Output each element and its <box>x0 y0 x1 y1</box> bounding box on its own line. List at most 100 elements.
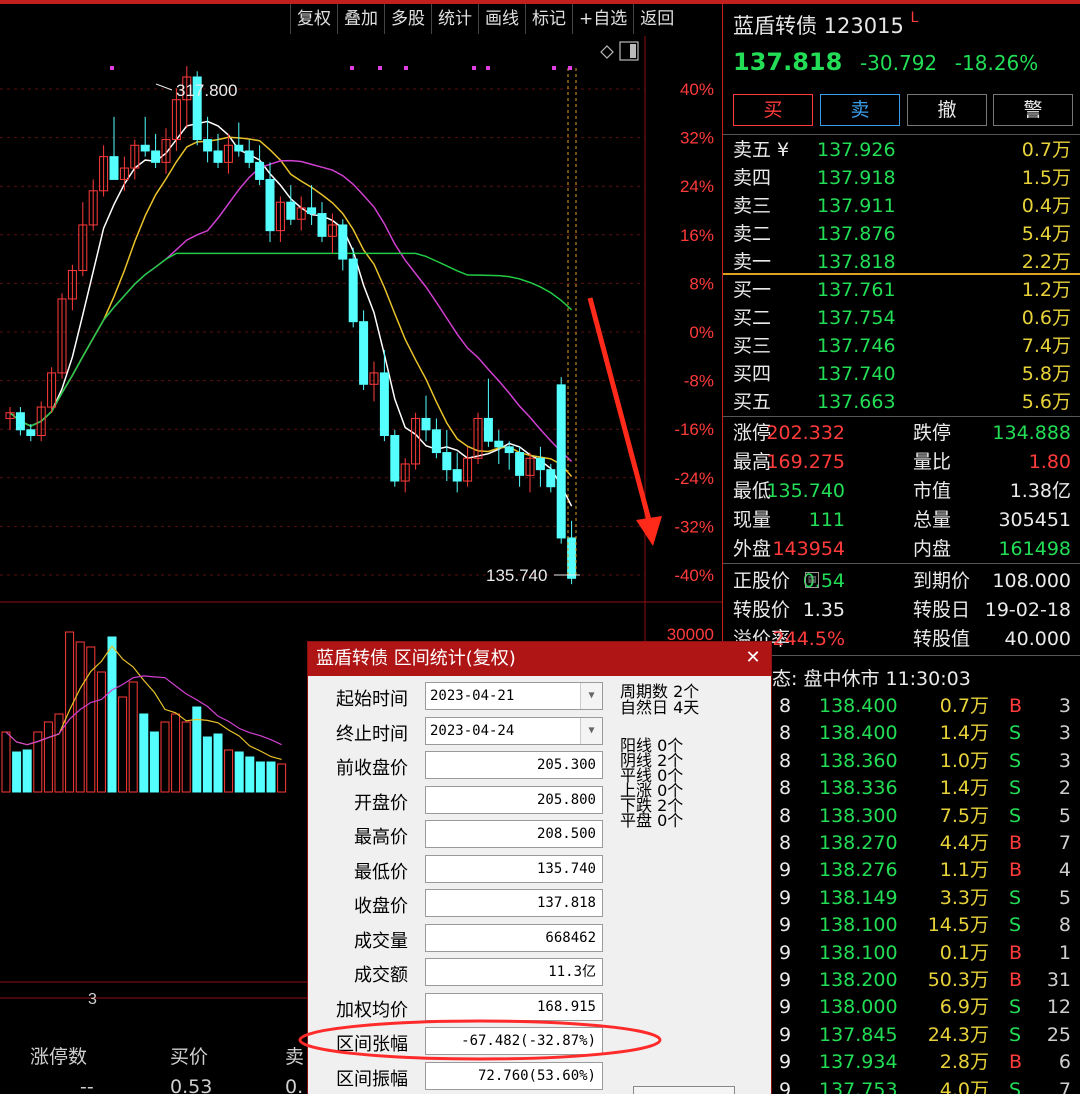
tick-count: 31 <box>1046 969 1071 991</box>
pct-axis-label: 16% <box>680 226 714 245</box>
bid-row[interactable]: 买四 137.740 5.8万 <box>723 360 1080 388</box>
candle-body <box>421 417 431 431</box>
volume-bottom-label: 3 <box>88 991 97 1008</box>
event-dot <box>552 66 556 70</box>
tick-side: S <box>1009 749 1022 772</box>
bond-label: 正股价 <box>733 570 791 592</box>
date-combo[interactable]: 2023-04-24 ▼ <box>425 716 603 745</box>
dialog-field-label: 最低价 <box>354 861 408 883</box>
toolbar-statistics-button[interactable]: 统计 <box>431 4 478 34</box>
toolbar-add-watchlist-button[interactable]: +自选 <box>572 4 633 34</box>
tick-price: 138.336 <box>819 777 898 800</box>
tick-volume: 4.4万 <box>939 832 989 854</box>
candle-body <box>494 440 504 448</box>
dialog-field-label: 起始时间 <box>336 689 408 710</box>
tick-side: B <box>1009 969 1023 991</box>
volume-bar <box>277 763 287 793</box>
chevron-down-icon[interactable]: ▼ <box>580 683 602 709</box>
chart-toolbar: 复权 叠加 多股 统计 画线 标记 +自选 返回 <box>290 4 680 34</box>
tick-price: 138.276 <box>819 859 898 882</box>
ask-row[interactable]: 卖五 ¥ 137.926 0.7万 <box>723 136 1080 164</box>
cancel-order-button[interactable]: 撤 <box>907 94 987 126</box>
dialog-field-value: 205.800 <box>425 785 603 814</box>
header-bid-price: 买价 <box>170 1046 209 1068</box>
candle-body <box>15 412 25 431</box>
toolbar-overlay-button[interactable]: 叠加 <box>337 4 384 34</box>
ask-row[interactable]: 卖四 137.918 1.5万 <box>723 164 1080 192</box>
volume-bar <box>224 749 234 793</box>
security-title: 蓝盾转债 123015 L <box>733 10 918 40</box>
dialog-field-value: 208.500 <box>425 820 603 848</box>
tick-count: 7 <box>1058 832 1071 854</box>
candle-body <box>213 150 223 163</box>
ask-price: 137.876 <box>817 223 896 245</box>
bid-row[interactable]: 买一 137.761 1.2万 <box>723 276 1080 304</box>
dialog-field-text: 2023-04-21 <box>430 688 515 704</box>
calculator-icon[interactable]: ▤ <box>805 572 819 588</box>
tick-time: 9 <box>779 1051 792 1074</box>
bid-row[interactable]: 买三 137.746 7.4万 <box>723 332 1080 360</box>
dialog-field-text: 135.740 <box>536 860 596 877</box>
ask-label: 卖二 <box>733 223 772 245</box>
stats-row: 涨停 202.332 跌停 134.888 <box>723 419 1080 447</box>
tick-count: 5 <box>1058 804 1071 827</box>
toolbar-multi-stock-button[interactable]: 多股 <box>384 4 431 34</box>
tick-price: 138.360 <box>819 749 898 772</box>
volume-bar <box>234 751 244 793</box>
tick-count: 1 <box>1058 941 1071 964</box>
volume-bar <box>149 731 159 793</box>
tick-volume: 0.1万 <box>939 941 989 964</box>
volume-bar <box>65 631 75 793</box>
low-price-label: 135.740 <box>486 566 547 585</box>
toolbar-fuquan-button[interactable]: 复权 <box>290 4 337 34</box>
date-combo[interactable]: 2023-04-21 ▼ <box>425 682 603 710</box>
stat-label: 内盘 <box>913 538 952 560</box>
event-dot <box>472 66 476 70</box>
tick-count: 3 <box>1058 695 1071 717</box>
ask-row[interactable]: 卖一 137.818 2.2万 <box>723 248 1080 276</box>
candle-body <box>359 321 369 385</box>
tick-row: 9 138.100 0.1万 B 1 <box>723 939 1080 967</box>
toolbar-back-button[interactable]: 返回 <box>633 4 680 34</box>
ask-volume: 1.5万 <box>1021 167 1071 189</box>
ask-label: 卖一 <box>733 251 772 273</box>
bid-volume: 0.6万 <box>1021 307 1071 329</box>
volume-bar <box>96 671 106 793</box>
volume-bar <box>22 749 32 793</box>
tick-volume: 4.0万 <box>939 1078 989 1094</box>
pct-axis-label: -40% <box>674 566 714 585</box>
dialog-field-text: 205.300 <box>536 757 596 773</box>
pct-axis-label: 24% <box>680 177 714 196</box>
candle-body <box>203 139 213 152</box>
toolbar-draw-line-button[interactable]: 画线 <box>478 4 525 34</box>
dialog-field-value: 205.300 <box>425 751 603 779</box>
bid-volume: 1.2万 <box>1021 279 1071 301</box>
candle-body <box>286 201 296 220</box>
volume-bar <box>171 713 181 793</box>
bid-row[interactable]: 买五 137.663 5.6万 <box>723 388 1080 416</box>
ask-row[interactable]: 卖三 137.911 0.4万 <box>723 192 1080 220</box>
tick-row: 9 138.200 50.3万 B 31 <box>723 966 1080 994</box>
close-icon[interactable]: ✕ <box>741 646 765 670</box>
toolbar-mark-button[interactable]: 标记 <box>525 4 572 34</box>
dialog-field-text: 208.500 <box>536 826 596 842</box>
dialog-button[interactable] <box>633 1086 735 1094</box>
bid-row[interactable]: 买二 137.754 0.6万 <box>723 304 1080 332</box>
buy-button[interactable]: 买 <box>733 94 813 126</box>
alert-button[interactable]: 警 <box>993 94 1073 126</box>
dialog-field-label: 收盘价 <box>354 896 408 917</box>
tick-price: 137.753 <box>819 1078 898 1094</box>
volume-bar <box>139 713 149 793</box>
tick-time: 9 <box>779 969 792 991</box>
bid-price: 137.746 <box>817 335 896 357</box>
bid-label: 买一 <box>733 279 772 301</box>
event-dot <box>350 66 354 70</box>
bid-price: 137.761 <box>817 279 896 301</box>
volume-bar <box>107 636 117 793</box>
sell-button[interactable]: 卖 <box>820 94 900 126</box>
ask-row[interactable]: 卖二 137.876 5.4万 <box>723 220 1080 248</box>
tick-count: 4 <box>1058 859 1071 882</box>
tick-row: 8 138.400 0.7万 B 3 <box>723 692 1080 720</box>
stat-value: 143954 <box>772 538 845 560</box>
chevron-down-icon[interactable]: ▼ <box>580 717 602 744</box>
